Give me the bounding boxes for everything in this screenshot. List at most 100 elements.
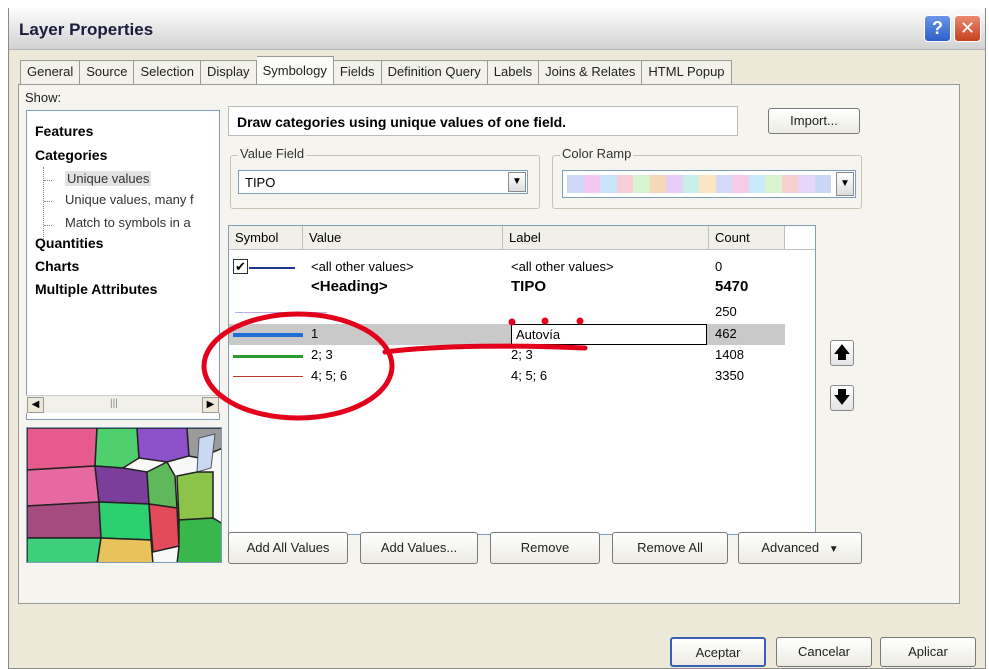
label-cell[interactable]: <all other values> bbox=[511, 259, 614, 274]
column-header-symbol[interactable]: Symbol bbox=[229, 226, 303, 250]
show-item-features[interactable]: Features bbox=[35, 123, 93, 139]
scroll-grip-icon[interactable]: ||| bbox=[110, 398, 118, 409]
color-swatch bbox=[649, 175, 666, 193]
table-row[interactable]: 2; 3 2; 3 1408 bbox=[229, 345, 789, 366]
count-cell: 0 bbox=[715, 259, 723, 274]
color-swatch bbox=[682, 175, 699, 193]
row-checkbox[interactable]: ✔ bbox=[233, 259, 248, 274]
tab-labels[interactable]: Labels bbox=[487, 60, 540, 84]
color-swatch bbox=[633, 175, 650, 193]
show-tree-scrollbar[interactable]: ◀ ||| ▶ bbox=[26, 395, 220, 413]
value-cell[interactable]: 4; 5; 6 bbox=[311, 368, 347, 383]
tab-html-popup[interactable]: HTML Popup bbox=[642, 60, 732, 84]
help-button[interactable]: ? bbox=[924, 15, 951, 42]
count-cell: 1408 bbox=[715, 347, 744, 362]
apply-button[interactable]: Aplicar bbox=[880, 637, 976, 667]
table-row[interactable]: 250 bbox=[229, 302, 789, 323]
column-header-count[interactable]: Count bbox=[709, 226, 785, 250]
show-item-unique-values[interactable]: Unique values bbox=[65, 171, 152, 186]
color-swatch bbox=[748, 175, 765, 193]
tab-joins-relates[interactable]: Joins & Relates bbox=[539, 60, 643, 84]
color-ramp-swatches bbox=[567, 175, 831, 193]
value-cell[interactable]: 1 bbox=[311, 326, 318, 341]
symbol-value-table: Symbol Value Label Count ✔ <all other va… bbox=[228, 225, 816, 535]
show-item-multiple-attributes[interactable]: Multiple Attributes bbox=[35, 281, 157, 297]
chevron-down-icon[interactable]: ▼ bbox=[836, 172, 854, 196]
count-cell: 250 bbox=[715, 304, 737, 319]
symbol-line[interactable] bbox=[249, 267, 295, 269]
color-swatch bbox=[583, 175, 600, 193]
add-values-button[interactable]: Add Values... bbox=[360, 532, 478, 564]
table-header: Symbol Value Label Count bbox=[229, 226, 815, 250]
value-field-label: Value Field bbox=[238, 146, 307, 161]
label-cell[interactable]: TIPO bbox=[511, 278, 546, 295]
scroll-right-icon[interactable]: ▶ bbox=[202, 397, 219, 413]
color-ramp-label: Color Ramp bbox=[560, 146, 634, 161]
show-item-match-to-symbols[interactable]: Match to symbols in a bbox=[65, 215, 191, 230]
symbol-line[interactable] bbox=[233, 355, 303, 358]
color-swatch bbox=[765, 175, 782, 193]
remove-all-button[interactable]: Remove All bbox=[612, 532, 728, 564]
tree-connector bbox=[44, 201, 52, 202]
tab-strip: General Source Selection Display Symbolo… bbox=[20, 56, 732, 84]
color-swatch bbox=[798, 175, 815, 193]
value-cell[interactable]: 2; 3 bbox=[311, 347, 333, 362]
label-cell[interactable]: 2; 3 bbox=[511, 347, 533, 362]
show-item-unique-values-many[interactable]: Unique values, many f bbox=[65, 192, 194, 207]
color-swatch bbox=[814, 175, 831, 193]
column-header-label[interactable]: Label bbox=[503, 226, 709, 250]
title-bar: Layer Properties ? ✕ bbox=[9, 8, 985, 50]
scroll-left-icon[interactable]: ◀ bbox=[27, 397, 44, 413]
count-cell: 3350 bbox=[715, 368, 744, 383]
tree-connector bbox=[44, 180, 52, 181]
symbol-line[interactable] bbox=[235, 312, 327, 313]
preview-map-image bbox=[26, 427, 222, 563]
preview-map-graphic bbox=[27, 428, 221, 562]
add-all-values-button[interactable]: Add All Values bbox=[228, 532, 348, 564]
tab-definition-query[interactable]: Definition Query bbox=[381, 60, 488, 84]
chevron-down-icon[interactable]: ▼ bbox=[508, 172, 526, 192]
table-row-heading[interactable]: <Heading> TIPO 5470 bbox=[229, 278, 789, 299]
symbol-line[interactable] bbox=[233, 333, 303, 337]
chevron-down-icon: ▼ bbox=[828, 544, 839, 555]
count-cell: 462 bbox=[715, 326, 737, 341]
label-cell[interactable]: 4; 5; 6 bbox=[511, 368, 547, 383]
color-swatch bbox=[567, 175, 584, 193]
tab-general[interactable]: General bbox=[20, 60, 81, 84]
remove-button[interactable]: Remove bbox=[490, 532, 600, 564]
cancel-button[interactable]: Cancelar bbox=[776, 637, 872, 667]
show-label: Show: bbox=[25, 90, 62, 105]
show-item-categories[interactable]: Categories bbox=[35, 147, 107, 163]
table-row-selected[interactable]: 1 Autovía 462 bbox=[229, 324, 785, 345]
tab-display[interactable]: Display bbox=[200, 60, 257, 84]
header-filler bbox=[785, 226, 815, 250]
import-button[interactable]: Import... bbox=[768, 108, 860, 134]
advanced-button[interactable]: Advanced ▼ bbox=[738, 532, 862, 564]
value-cell[interactable]: <all other values> bbox=[311, 259, 414, 274]
color-swatch bbox=[600, 175, 617, 193]
move-down-button[interactable]: 🡇 bbox=[830, 385, 854, 411]
count-cell: 5470 bbox=[715, 278, 749, 295]
color-ramp-select[interactable]: ▼ bbox=[562, 170, 856, 198]
symbol-line[interactable] bbox=[233, 376, 303, 377]
color-swatch bbox=[699, 175, 716, 193]
value-field-value: TIPO bbox=[245, 175, 276, 190]
instruction-box: Draw categories using unique values of o… bbox=[228, 106, 738, 136]
tab-fields[interactable]: Fields bbox=[333, 60, 382, 84]
tab-source[interactable]: Source bbox=[80, 60, 135, 84]
column-header-value[interactable]: Value bbox=[303, 226, 503, 250]
tab-selection[interactable]: Selection bbox=[134, 60, 201, 84]
show-item-charts[interactable]: Charts bbox=[35, 258, 79, 274]
tab-symbology[interactable]: Symbology bbox=[256, 56, 334, 84]
close-button[interactable]: ✕ bbox=[954, 15, 981, 42]
ok-button[interactable]: Aceptar bbox=[670, 637, 766, 667]
table-row[interactable]: ✔ <all other values> <all other values> … bbox=[229, 257, 789, 278]
value-field-select[interactable]: TIPO ▼ bbox=[238, 170, 528, 194]
label-edit-value: Autovía bbox=[516, 327, 561, 342]
value-cell[interactable]: <Heading> bbox=[311, 278, 388, 295]
table-row[interactable]: 4; 5; 6 4; 5; 6 3350 bbox=[229, 366, 789, 387]
label-edit-field[interactable]: Autovía bbox=[511, 324, 707, 345]
move-up-button[interactable]: 🡅 bbox=[830, 340, 854, 366]
show-item-quantities[interactable]: Quantities bbox=[35, 235, 103, 251]
tree-connector bbox=[43, 167, 44, 239]
